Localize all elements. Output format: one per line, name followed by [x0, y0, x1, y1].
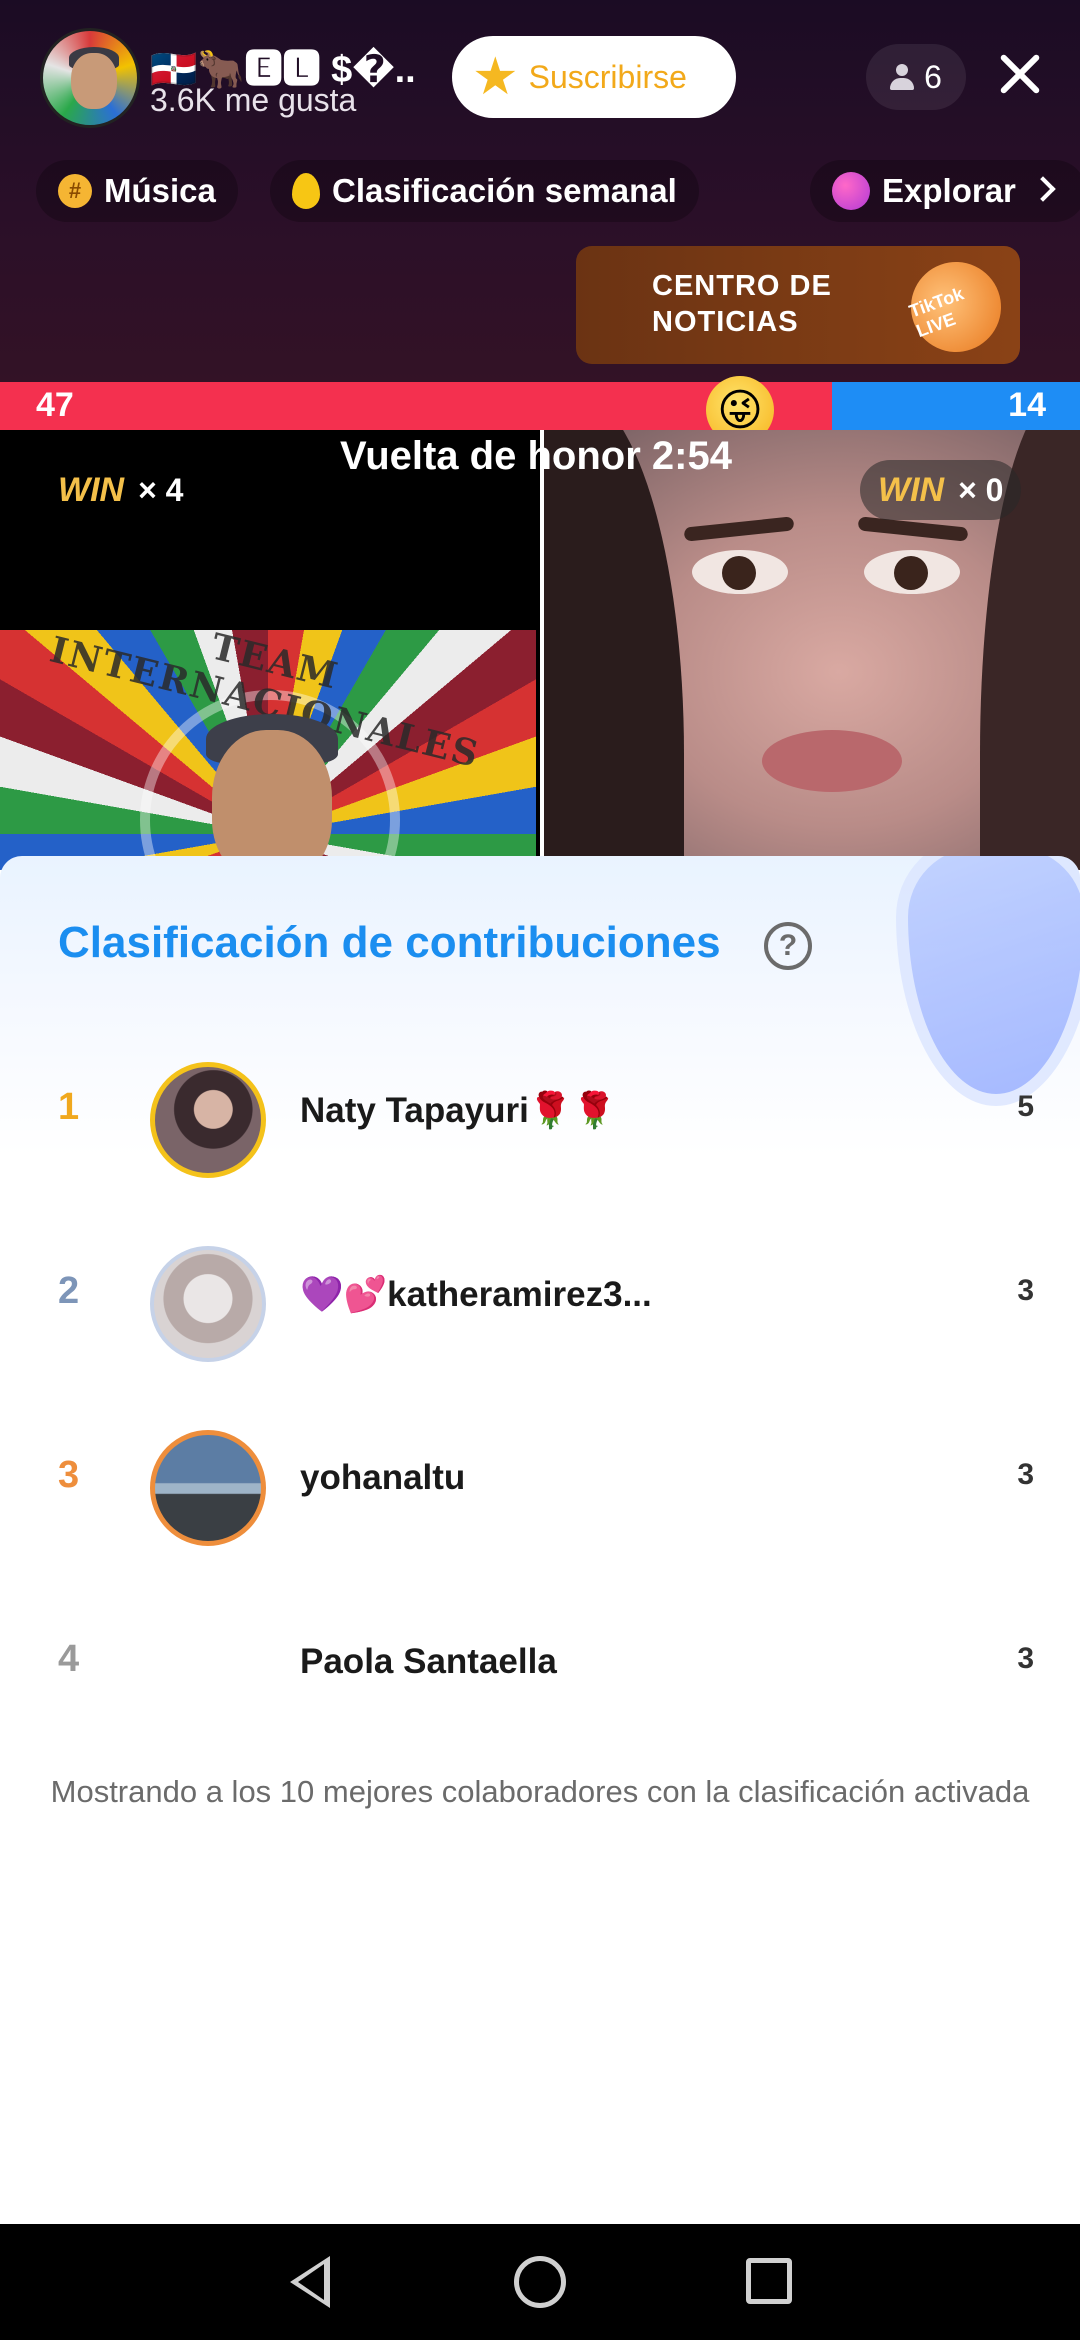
list-item[interactable]: 1 Naty Tapayuri🌹🌹 5: [0, 1028, 1080, 1212]
streamer-face: [212, 730, 332, 870]
win-badge-left: WIN × 4: [40, 460, 201, 520]
contribution-score: 5: [1017, 1090, 1034, 1123]
contribution-score: 3: [1017, 1274, 1034, 1307]
planet-icon: [832, 172, 870, 210]
home-icon[interactable]: [514, 2256, 566, 2308]
contributor-name: 💜💕katheramirez3...: [300, 1275, 652, 1314]
list-item[interactable]: 4 Paola Santaella 3: [0, 1580, 1080, 1764]
recents-icon[interactable]: [746, 2258, 792, 2304]
chevron-right-icon: [1030, 176, 1056, 202]
contributor-name: Paola Santaella: [300, 1642, 557, 1681]
win-label-right: WIN: [878, 470, 945, 509]
chip-explore-label: Explorar: [882, 172, 1016, 209]
brow-left: [683, 516, 795, 542]
avatar[interactable]: [150, 1246, 266, 1362]
rank-number: 4: [58, 1638, 80, 1680]
contribution-score: 3: [1017, 1642, 1034, 1675]
eye-left: [692, 550, 788, 594]
viewer-count: 6: [924, 58, 942, 95]
score-right: 14: [1008, 386, 1046, 424]
flame-icon: [292, 173, 320, 209]
chip-musica-label: Música: [104, 172, 216, 209]
rank-number: 1: [58, 1086, 80, 1128]
star-icon: ★: [472, 48, 519, 106]
chip-explore[interactable]: Explorar: [810, 160, 1080, 222]
chip-musica[interactable]: # Música: [36, 160, 238, 222]
host-likes: 3.6K me gusta: [150, 82, 357, 118]
list-item[interactable]: 2 💜💕katheramirez3... 3: [0, 1212, 1080, 1396]
lips: [762, 730, 902, 792]
contributor-name: Naty Tapayuri🌹🌹: [300, 1091, 617, 1130]
hash-icon: #: [58, 174, 92, 208]
battle-video-area: TEAM INTERNACIONALES WIN × 4 WIN × 0 Vue…: [0, 430, 1080, 870]
person-icon: [890, 64, 915, 90]
battle-timer: Vuelta de honor 2:54: [340, 434, 732, 478]
chip-weekly-rank-label: Clasificación semanal: [332, 172, 677, 209]
hair-left: [544, 430, 684, 870]
news-center-banner[interactable]: CENTRO DE NOTICIAS TikTok LIVE: [576, 246, 1020, 365]
eye-right: [864, 550, 960, 594]
subscribe-label: Suscribirse: [528, 58, 687, 95]
tiktok-live-logo: TikTok LIVE: [898, 249, 1014, 365]
sheet-title: Clasificación de contribuciones: [58, 918, 721, 967]
win-badge-right: WIN × 0: [860, 460, 1022, 520]
battle-score-bar: 47 14: [0, 382, 1080, 430]
avatar[interactable]: [150, 1062, 266, 1178]
news-banner-text: CENTRO DE NOTICIAS: [652, 270, 832, 338]
system-navigation-bar: [0, 2224, 1080, 2340]
win-count-left: × 4: [138, 471, 184, 508]
contributor-name: yohanaltu: [300, 1458, 466, 1497]
avatar[interactable]: [150, 1430, 266, 1546]
win-count-right: × 0: [958, 471, 1004, 508]
chip-weekly-rank[interactable]: Clasificación semanal: [270, 160, 699, 222]
back-icon[interactable]: [290, 2256, 330, 2308]
brow-right: [857, 516, 969, 542]
score-left: 47: [36, 386, 74, 424]
host-avatar[interactable]: [40, 28, 140, 128]
score-bar-right: 14: [831, 382, 1080, 430]
live-header: 🇩🇴🐂🅴🅻 $�.. 3.6K me gusta ★ Suscribirse 6…: [0, 0, 1080, 382]
win-label-left: WIN: [58, 470, 125, 509]
list-item[interactable]: 3 yohanaltu 3: [0, 1396, 1080, 1580]
avatar-face: [71, 53, 117, 109]
close-icon[interactable]: [990, 44, 1050, 104]
rank-number: 3: [58, 1454, 80, 1496]
top-contributors-note: Mostrando a los 10 mejores colaboradores…: [50, 1774, 1030, 1809]
subscribe-button[interactable]: ★ Suscribirse: [452, 36, 736, 118]
contribution-ranking-sheet: Clasificación de contribuciones ? 1 Naty…: [0, 856, 1080, 2224]
help-icon[interactable]: ?: [764, 922, 812, 970]
viewer-count-button[interactable]: 6: [866, 44, 966, 110]
rank-number: 2: [58, 1270, 80, 1312]
contribution-score: 3: [1017, 1458, 1034, 1491]
